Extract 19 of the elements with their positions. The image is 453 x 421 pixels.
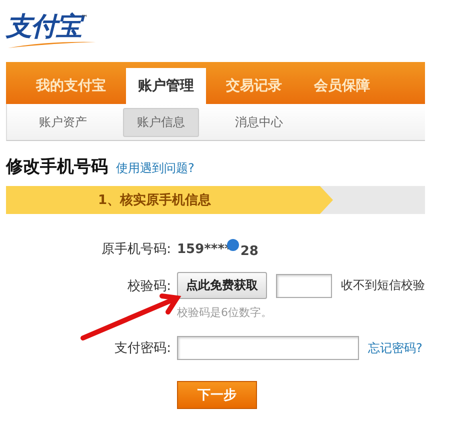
forgot-password-link[interactable]: 忘记密码? — [368, 340, 422, 356]
field-label: 原手机号码: — [102, 241, 171, 258]
code-input[interactable] — [276, 274, 332, 298]
password-input[interactable] — [177, 336, 359, 360]
field-label: 校验码: — [128, 278, 171, 294]
next-button[interactable]: 下一步 — [177, 381, 257, 409]
phone-number: 159**** — [177, 242, 232, 256]
nav-tab[interactable]: 账户管理 — [126, 68, 206, 104]
note: 收不到短信校验 — [341, 277, 425, 294]
sub-tab[interactable]: 账户资产 — [25, 108, 101, 136]
phone-number: 28 — [240, 244, 258, 258]
sub-tab[interactable]: 账户信息 — [123, 108, 199, 136]
sub-tab[interactable]: 消息中心 — [221, 108, 297, 136]
page-title: 修改手机号码 — [6, 156, 108, 178]
step: 1、核实原手机信息 — [6, 186, 333, 214]
help-link[interactable]: 使用遇到问题? — [116, 160, 194, 177]
field-label: 支付密码: — [114, 340, 171, 357]
hint: 校验码是6位数字。 — [177, 304, 272, 320]
get-code-button[interactable]: 点此免费获取 — [177, 272, 267, 299]
